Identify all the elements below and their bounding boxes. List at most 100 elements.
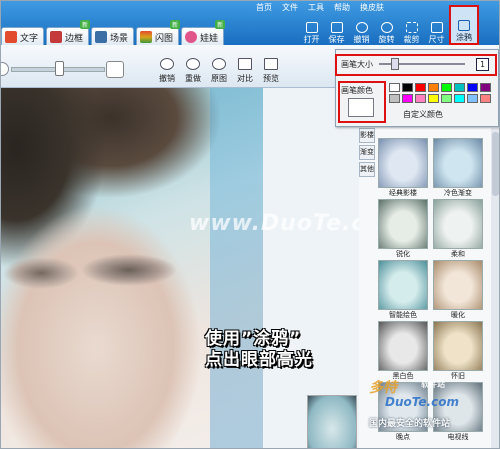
- tab-label: 闪图: [155, 33, 174, 44]
- effect-thumbnail[interactable]: 锐化: [378, 199, 428, 261]
- circle-icon: [212, 58, 226, 70]
- disk-icon: [330, 22, 343, 33]
- color-swatch[interactable]: [389, 94, 400, 103]
- crop-button[interactable]: 裁剪: [399, 19, 424, 45]
- effects-scrollbar[interactable]: [491, 128, 499, 448]
- pen-icon: [355, 22, 368, 33]
- color-swatch[interactable]: [415, 83, 426, 92]
- site-slogan: 国内最安全的软件站: [369, 419, 451, 429]
- resize-icon: [430, 22, 443, 33]
- tab-label: 娃娃: [200, 33, 219, 44]
- undo-button[interactable]: 撤销: [155, 56, 179, 84]
- highlight-box: [335, 54, 497, 76]
- menu-tools[interactable]: 工具: [303, 2, 329, 13]
- color-swatch[interactable]: [389, 83, 400, 92]
- preview-button[interactable]: 预览: [259, 56, 283, 84]
- undo-icon: [160, 58, 174, 70]
- color-swatch[interactable]: [402, 94, 413, 103]
- effect-preview-image: [378, 321, 428, 371]
- tab-doll[interactable]: 娃娃 新: [181, 20, 226, 46]
- color-swatch[interactable]: [454, 94, 465, 103]
- menu-home[interactable]: 首页: [251, 2, 277, 13]
- color-swatch[interactable]: [454, 83, 465, 92]
- color-swatch[interactable]: [428, 94, 439, 103]
- effect-preview-image: [378, 138, 428, 188]
- tab-gradient[interactable]: 渐变: [359, 145, 375, 160]
- compare-icon: [238, 58, 252, 70]
- tab-flash[interactable]: 闪图 新: [136, 20, 181, 46]
- rotate-button[interactable]: 旋转: [374, 19, 399, 45]
- fit-screen-button[interactable]: [106, 61, 124, 78]
- tab-label: 边框: [65, 33, 84, 44]
- effect-thumbnail[interactable]: 柔和: [433, 199, 483, 261]
- tab-border[interactable]: 边框 新: [46, 20, 91, 46]
- effect-label: 晚点: [396, 433, 410, 441]
- effect-thumbnail[interactable]: 黑白色: [378, 321, 428, 383]
- effect-thumbnail[interactable]: 冷色渐变: [433, 138, 483, 200]
- doodle-button[interactable]: 涂鸦: [449, 5, 479, 45]
- resize-label: 尺寸: [428, 35, 445, 44]
- color-swatch[interactable]: [402, 83, 413, 92]
- color-swatch[interactable]: [467, 94, 478, 103]
- navigator-thumbnail[interactable]: [307, 395, 357, 448]
- custom-color-link[interactable]: 自定义颜色: [403, 109, 443, 120]
- crop-label: 裁剪: [403, 35, 420, 44]
- zoom-slider-thumb[interactable]: [55, 61, 64, 76]
- doll-icon: [185, 31, 198, 43]
- open-button[interactable]: 打开: [299, 19, 324, 45]
- tab-other[interactable]: 其他: [359, 162, 375, 177]
- compare-button[interactable]: 对比: [233, 56, 257, 84]
- effect-preview-image: [378, 199, 428, 249]
- canvas-backdrop: [210, 88, 263, 448]
- effect-thumbnail[interactable]: 电视线: [433, 382, 483, 444]
- new-badge: 新: [80, 20, 91, 29]
- border-icon: [50, 31, 63, 43]
- menu-file[interactable]: 文件: [277, 2, 303, 13]
- effect-label: 电视线: [447, 433, 469, 441]
- effect-label: 经典影楼: [389, 189, 417, 197]
- original-button[interactable]: 原图: [207, 56, 231, 84]
- scrollbar-thumb[interactable]: [492, 132, 499, 196]
- annotation-line-1: 使用”涂鸦”: [205, 329, 302, 349]
- new-badge: 新: [215, 20, 226, 29]
- color-swatch[interactable]: [415, 94, 426, 103]
- effect-preview-image: [433, 199, 483, 249]
- redo-button[interactable]: 重做: [181, 56, 205, 84]
- color-swatch[interactable]: [441, 83, 452, 92]
- save-label: 保存: [328, 35, 345, 44]
- rotate-icon: [380, 22, 393, 33]
- top-menu: 首页 文件 工具 帮助 换皮肤: [251, 2, 389, 13]
- annotation-line-2: 点出眼部高光: [205, 350, 313, 370]
- color-swatch[interactable]: [480, 94, 491, 103]
- tab-studio[interactable]: 影楼: [359, 128, 375, 143]
- text-icon: [5, 31, 17, 43]
- tab-scene[interactable]: 场景: [91, 27, 135, 46]
- menu-skin[interactable]: 换皮肤: [355, 2, 389, 13]
- zoom-out-icon[interactable]: [1, 62, 9, 76]
- color-swatch[interactable]: [480, 83, 491, 92]
- effect-thumbnail[interactable]: 智能绘色: [378, 260, 428, 322]
- save-button[interactable]: 保存: [324, 19, 349, 45]
- tab-text[interactable]: 文字: [1, 27, 45, 46]
- folder-icon: [305, 22, 318, 33]
- feature-tabs: 文字 边框 新 场景 闪图 新 娃娃 新: [1, 20, 226, 46]
- color-swatch[interactable]: [441, 94, 452, 103]
- effect-label: 冷色渐变: [444, 189, 472, 197]
- scene-icon: [95, 31, 108, 43]
- color-swatch[interactable]: [467, 83, 478, 92]
- site-logo-mid: 软件站: [421, 380, 445, 389]
- redo-label: 重做: [185, 74, 201, 83]
- effect-preview-image: [378, 260, 428, 310]
- effect-preview-image: [433, 321, 483, 371]
- effect-thumbnail[interactable]: 暖化: [433, 260, 483, 322]
- resize-button[interactable]: 尺寸: [424, 19, 449, 45]
- highlight-box: [338, 81, 386, 123]
- effect-label: 锐化: [396, 250, 410, 258]
- menu-help[interactable]: 帮助: [329, 2, 355, 13]
- color-swatch[interactable]: [428, 83, 439, 92]
- undo-tool-button[interactable]: 撤销: [349, 19, 374, 45]
- effect-thumbnail[interactable]: 怀旧: [433, 321, 483, 383]
- flash-icon: [140, 31, 153, 43]
- color-palette: [389, 83, 491, 103]
- effect-thumbnail[interactable]: 经典影楼: [378, 138, 428, 200]
